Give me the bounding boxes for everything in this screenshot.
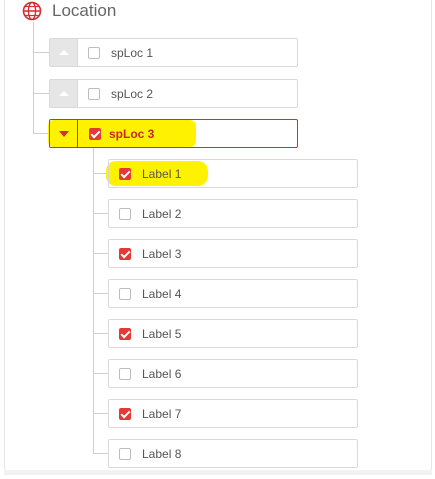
tree-leaf-label-1[interactable]: Label 1 — [108, 159, 358, 188]
tree-leaf-label-7[interactable]: Label 7 — [108, 399, 358, 428]
node-label: spLoc 2 — [111, 86, 154, 101]
tree-connector — [93, 293, 108, 294]
expand-toggle[interactable] — [50, 39, 78, 66]
tree-node-sploc-1[interactable]: spLoc 1 — [49, 38, 298, 67]
tree-leaf-label-2[interactable]: Label 2 — [108, 199, 358, 228]
tree-connector — [33, 52, 49, 53]
leaf-label: Label 6 — [142, 366, 182, 381]
checkbox[interactable] — [88, 46, 100, 59]
tree-leaf-label-4[interactable]: Label 4 — [108, 279, 358, 308]
caret-up-icon — [58, 50, 69, 55]
caret-up-icon — [58, 91, 69, 96]
panel-title: Location — [52, 1, 117, 20]
checkbox[interactable] — [119, 447, 131, 460]
leaf-label: Label 7 — [142, 406, 182, 421]
tree-connector — [93, 333, 108, 334]
leaf-label: Label 4 — [142, 286, 182, 301]
globe-icon — [22, 1, 42, 21]
tree-connector — [93, 453, 108, 454]
tree-connector — [93, 373, 108, 374]
collapse-toggle[interactable] — [50, 120, 78, 147]
node-label: spLoc 3 — [109, 126, 155, 141]
tree-connector — [93, 413, 108, 414]
checkbox-checked[interactable] — [119, 327, 131, 340]
checkbox-checked[interactable] — [119, 247, 131, 260]
tree-leaf-label-8[interactable]: Label 8 — [108, 439, 358, 468]
expand-toggle[interactable] — [50, 80, 78, 107]
panel-footer-shadow — [4, 470, 432, 475]
checkbox-checked[interactable] — [119, 407, 131, 420]
leaf-label: Label 5 — [142, 326, 182, 341]
tree-connector — [33, 22, 34, 134]
tree-connector — [33, 133, 49, 134]
leaf-label: Label 8 — [142, 446, 182, 461]
leaf-label: Label 2 — [142, 206, 182, 221]
location-header: Location — [22, 0, 116, 22]
node-label: spLoc 1 — [111, 45, 154, 60]
leaf-label: Label 3 — [142, 246, 182, 261]
tree-connector — [93, 213, 108, 214]
checkbox-checked[interactable] — [119, 167, 131, 180]
checkbox-checked[interactable] — [89, 127, 101, 140]
checkbox[interactable] — [119, 287, 131, 300]
tree-node-sploc-2[interactable]: spLoc 2 — [49, 79, 298, 108]
leaf-label: Label 1 — [142, 166, 182, 181]
tree-connector — [93, 253, 108, 254]
checkbox[interactable] — [88, 87, 100, 100]
caret-down-icon — [58, 130, 69, 137]
tree-leaf-label-6[interactable]: Label 6 — [108, 359, 358, 388]
tree-leaf-label-3[interactable]: Label 3 — [108, 239, 358, 268]
tree-connector — [33, 93, 49, 94]
checkbox[interactable] — [119, 207, 131, 220]
tree-leaf-label-5[interactable]: Label 5 — [108, 319, 358, 348]
tree-node-sploc-3[interactable]: spLoc 3 — [49, 119, 298, 148]
tree-connector — [93, 147, 94, 453]
checkbox[interactable] — [119, 367, 131, 380]
